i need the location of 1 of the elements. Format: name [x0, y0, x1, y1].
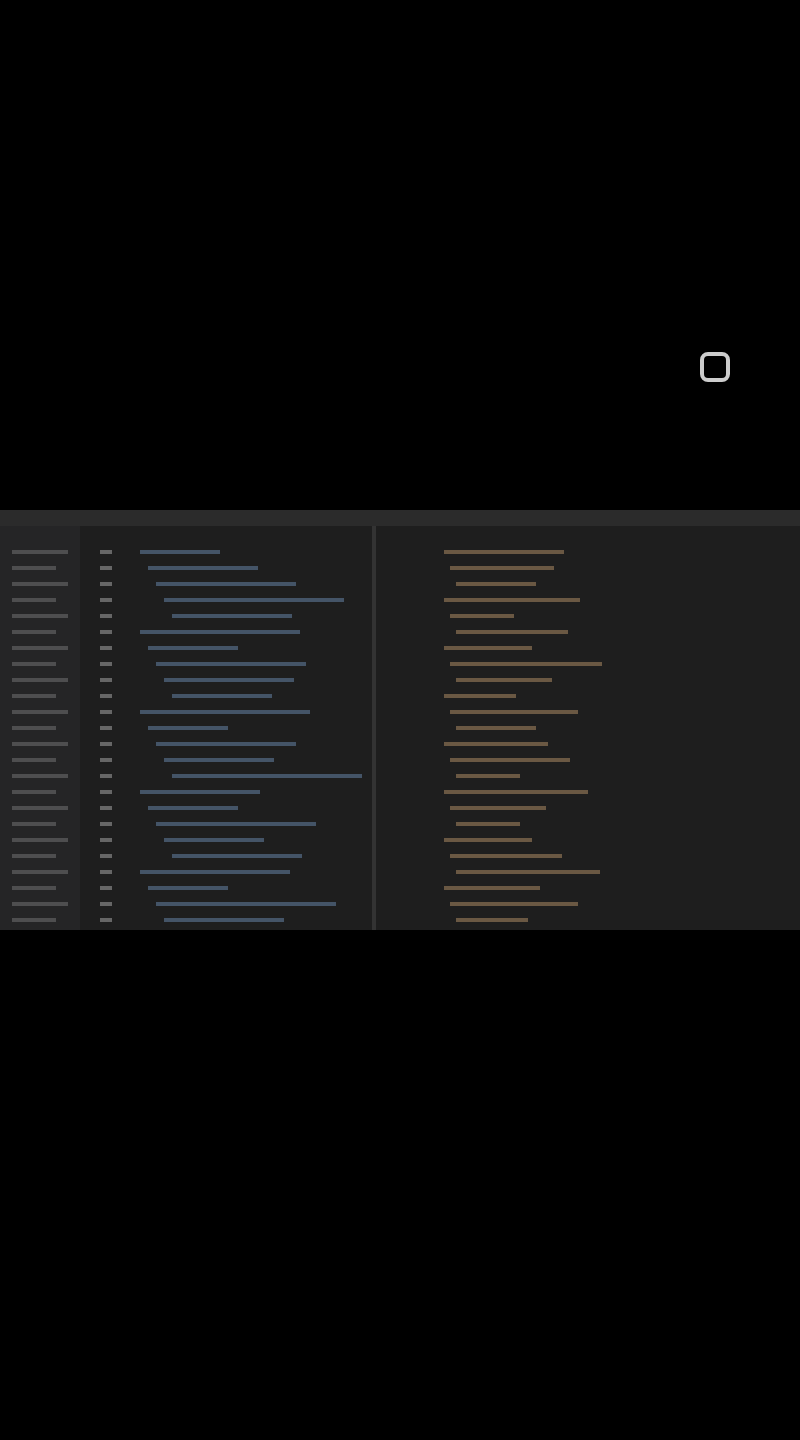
window-toggle-icon[interactable] — [700, 352, 730, 382]
